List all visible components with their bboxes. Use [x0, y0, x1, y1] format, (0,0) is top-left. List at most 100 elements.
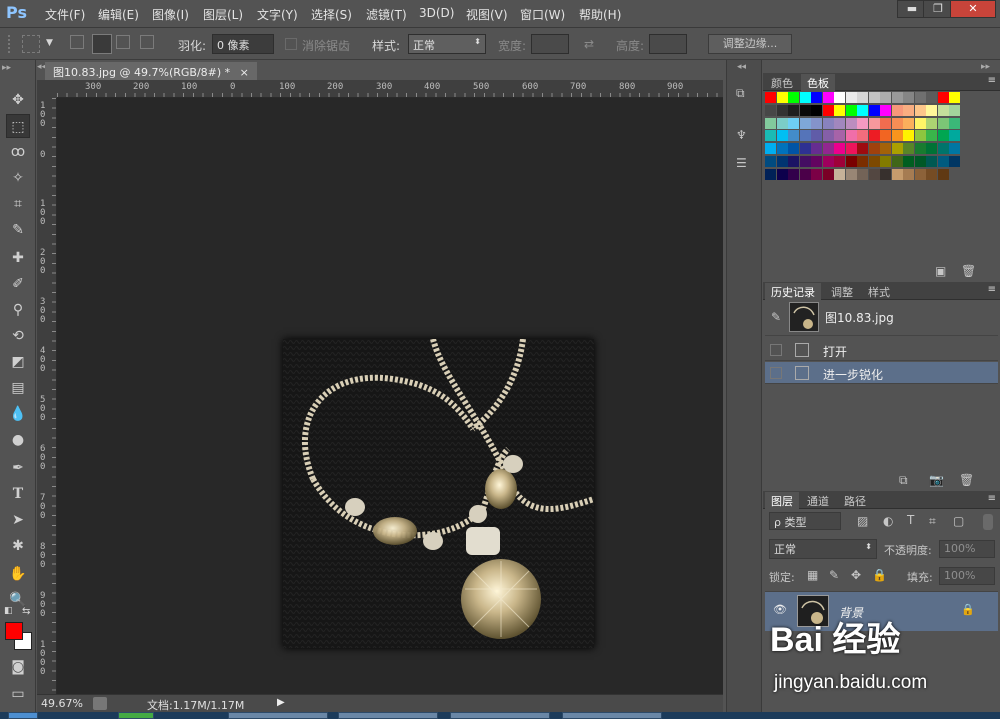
color-swatch[interactable] [788, 168, 799, 180]
color-swatch[interactable] [891, 117, 903, 129]
menu-edit[interactable]: 编辑(E) [98, 6, 139, 23]
magic-wand-icon[interactable]: ✧ [6, 166, 30, 190]
hand-tool-icon[interactable]: ✋ [6, 562, 30, 586]
color-swatch[interactable] [914, 143, 926, 155]
color-swatch[interactable] [949, 104, 960, 116]
taskbar-app[interactable] [228, 712, 328, 719]
color-swatch[interactable] [834, 104, 845, 116]
color-swatch[interactable] [880, 156, 891, 167]
color-swatch[interactable] [822, 168, 834, 180]
color-swatch[interactable] [926, 168, 937, 180]
color-swatch[interactable] [788, 104, 799, 116]
history-source-checkbox[interactable] [770, 344, 782, 356]
new-document-from-state-icon[interactable]: ⧉ [899, 473, 908, 488]
status-menu-arrow-icon[interactable]: ▶ [277, 697, 285, 708]
color-swatch[interactable] [949, 117, 960, 129]
marquee-preset-icon[interactable] [22, 35, 40, 53]
color-swatch[interactable] [949, 92, 960, 103]
color-swatch[interactable] [903, 143, 914, 155]
lock-position-icon[interactable]: ✥ [851, 568, 861, 582]
color-swatch[interactable] [776, 168, 788, 180]
shape-filter-icon[interactable]: ⌗ [929, 514, 936, 529]
smart-object-filter-icon[interactable]: ▢ [953, 514, 964, 528]
feather-input[interactable]: 0 像素 [212, 34, 274, 54]
color-swatch[interactable] [868, 143, 880, 155]
color-swatch[interactable] [880, 92, 891, 103]
taskbar-app[interactable] [562, 712, 662, 719]
tab-color[interactable]: 颜色 [765, 74, 799, 91]
color-swatch[interactable] [857, 130, 868, 142]
color-swatch[interactable] [799, 130, 811, 142]
color-swatch[interactable] [788, 130, 799, 142]
shape-tool-icon[interactable]: ✱ [6, 534, 30, 558]
subtract-selection-icon[interactable] [116, 35, 130, 49]
color-swatch[interactable] [765, 143, 776, 155]
menu-type[interactable]: 文字(Y) [257, 6, 298, 23]
brush-presets-icon[interactable]: ☰ [736, 156, 747, 170]
color-swatch[interactable] [811, 130, 822, 142]
color-swatch[interactable] [857, 104, 868, 116]
menu-file[interactable]: 文件(F) [45, 6, 85, 23]
color-swatch[interactable] [903, 104, 914, 116]
document-tab[interactable]: 图10.83.jpg @ 49.7%(RGB/8#) * × [45, 62, 257, 80]
color-swatch[interactable] [776, 92, 788, 103]
menu-image[interactable]: 图像(I) [152, 6, 189, 23]
eyedropper-icon[interactable]: ✎ [6, 218, 30, 242]
width-input[interactable] [531, 34, 569, 54]
tab-history[interactable]: 历史记录 [765, 283, 821, 300]
color-swatch[interactable] [903, 168, 914, 180]
color-swatch[interactable] [765, 130, 776, 142]
color-swatch[interactable] [926, 130, 937, 142]
pen-tool-icon[interactable]: ✒ [6, 456, 30, 480]
lock-transparent-icon[interactable]: ▦ [807, 568, 818, 582]
color-swatch[interactable] [811, 156, 822, 167]
color-swatch[interactable] [788, 92, 799, 103]
color-swatch[interactable] [868, 156, 880, 167]
color-swatch[interactable] [822, 92, 834, 103]
fill-input[interactable]: 100% [939, 567, 995, 585]
color-swatch[interactable] [822, 156, 834, 167]
history-brush-icon[interactable]: ⟲ [6, 324, 30, 348]
color-swatch[interactable] [845, 156, 857, 167]
color-swatch[interactable] [903, 156, 914, 167]
history-step[interactable]: 打开 [765, 339, 998, 361]
color-swatch[interactable] [868, 130, 880, 142]
intersect-selection-icon[interactable] [140, 35, 154, 49]
color-swatch[interactable] [765, 104, 776, 116]
color-swatch[interactable] [949, 130, 960, 142]
taskbar-app[interactable] [450, 712, 550, 719]
color-swatch[interactable] [834, 130, 845, 142]
color-swatch[interactable] [880, 130, 891, 142]
panel-menu-icon[interactable]: ≡ [988, 75, 996, 86]
color-swatch[interactable] [776, 130, 788, 142]
color-swatch[interactable] [845, 143, 857, 155]
color-swatch[interactable] [822, 117, 834, 129]
trash-icon[interactable]: 🗑 [961, 264, 976, 278]
crop-tool-icon[interactable]: ⌗ [6, 192, 30, 216]
color-swatch[interactable] [937, 104, 949, 116]
color-swatch[interactable] [880, 168, 891, 180]
color-swatch[interactable] [891, 143, 903, 155]
lasso-tool-icon[interactable]: ꝏ [6, 140, 30, 164]
color-swatch[interactable] [868, 117, 880, 129]
color-swatch[interactable] [914, 168, 926, 180]
color-swatch[interactable] [914, 156, 926, 167]
color-swatch[interactable] [926, 117, 937, 129]
document-image-necklace[interactable] [283, 339, 594, 648]
color-swatch[interactable] [857, 143, 868, 155]
tab-styles[interactable]: 样式 [862, 283, 896, 300]
status-info-icon[interactable] [93, 697, 107, 710]
color-swatch[interactable] [857, 117, 868, 129]
color-swatch[interactable] [811, 143, 822, 155]
swatches-grid[interactable] [763, 91, 1000, 279]
adjustment-filter-icon[interactable]: ◐ [883, 514, 893, 528]
color-swatch[interactable] [776, 117, 788, 129]
color-swatch[interactable] [937, 168, 949, 180]
swap-icon[interactable]: ⇄ [584, 37, 594, 51]
color-swatch[interactable] [903, 117, 914, 129]
new-swatch-icon[interactable]: ▣ [935, 264, 946, 278]
swap-colors-icon[interactable]: ⇆ [22, 606, 30, 617]
color-swatch[interactable] [799, 117, 811, 129]
menu-layer[interactable]: 图层(L) [203, 6, 243, 23]
color-swatch[interactable] [926, 104, 937, 116]
